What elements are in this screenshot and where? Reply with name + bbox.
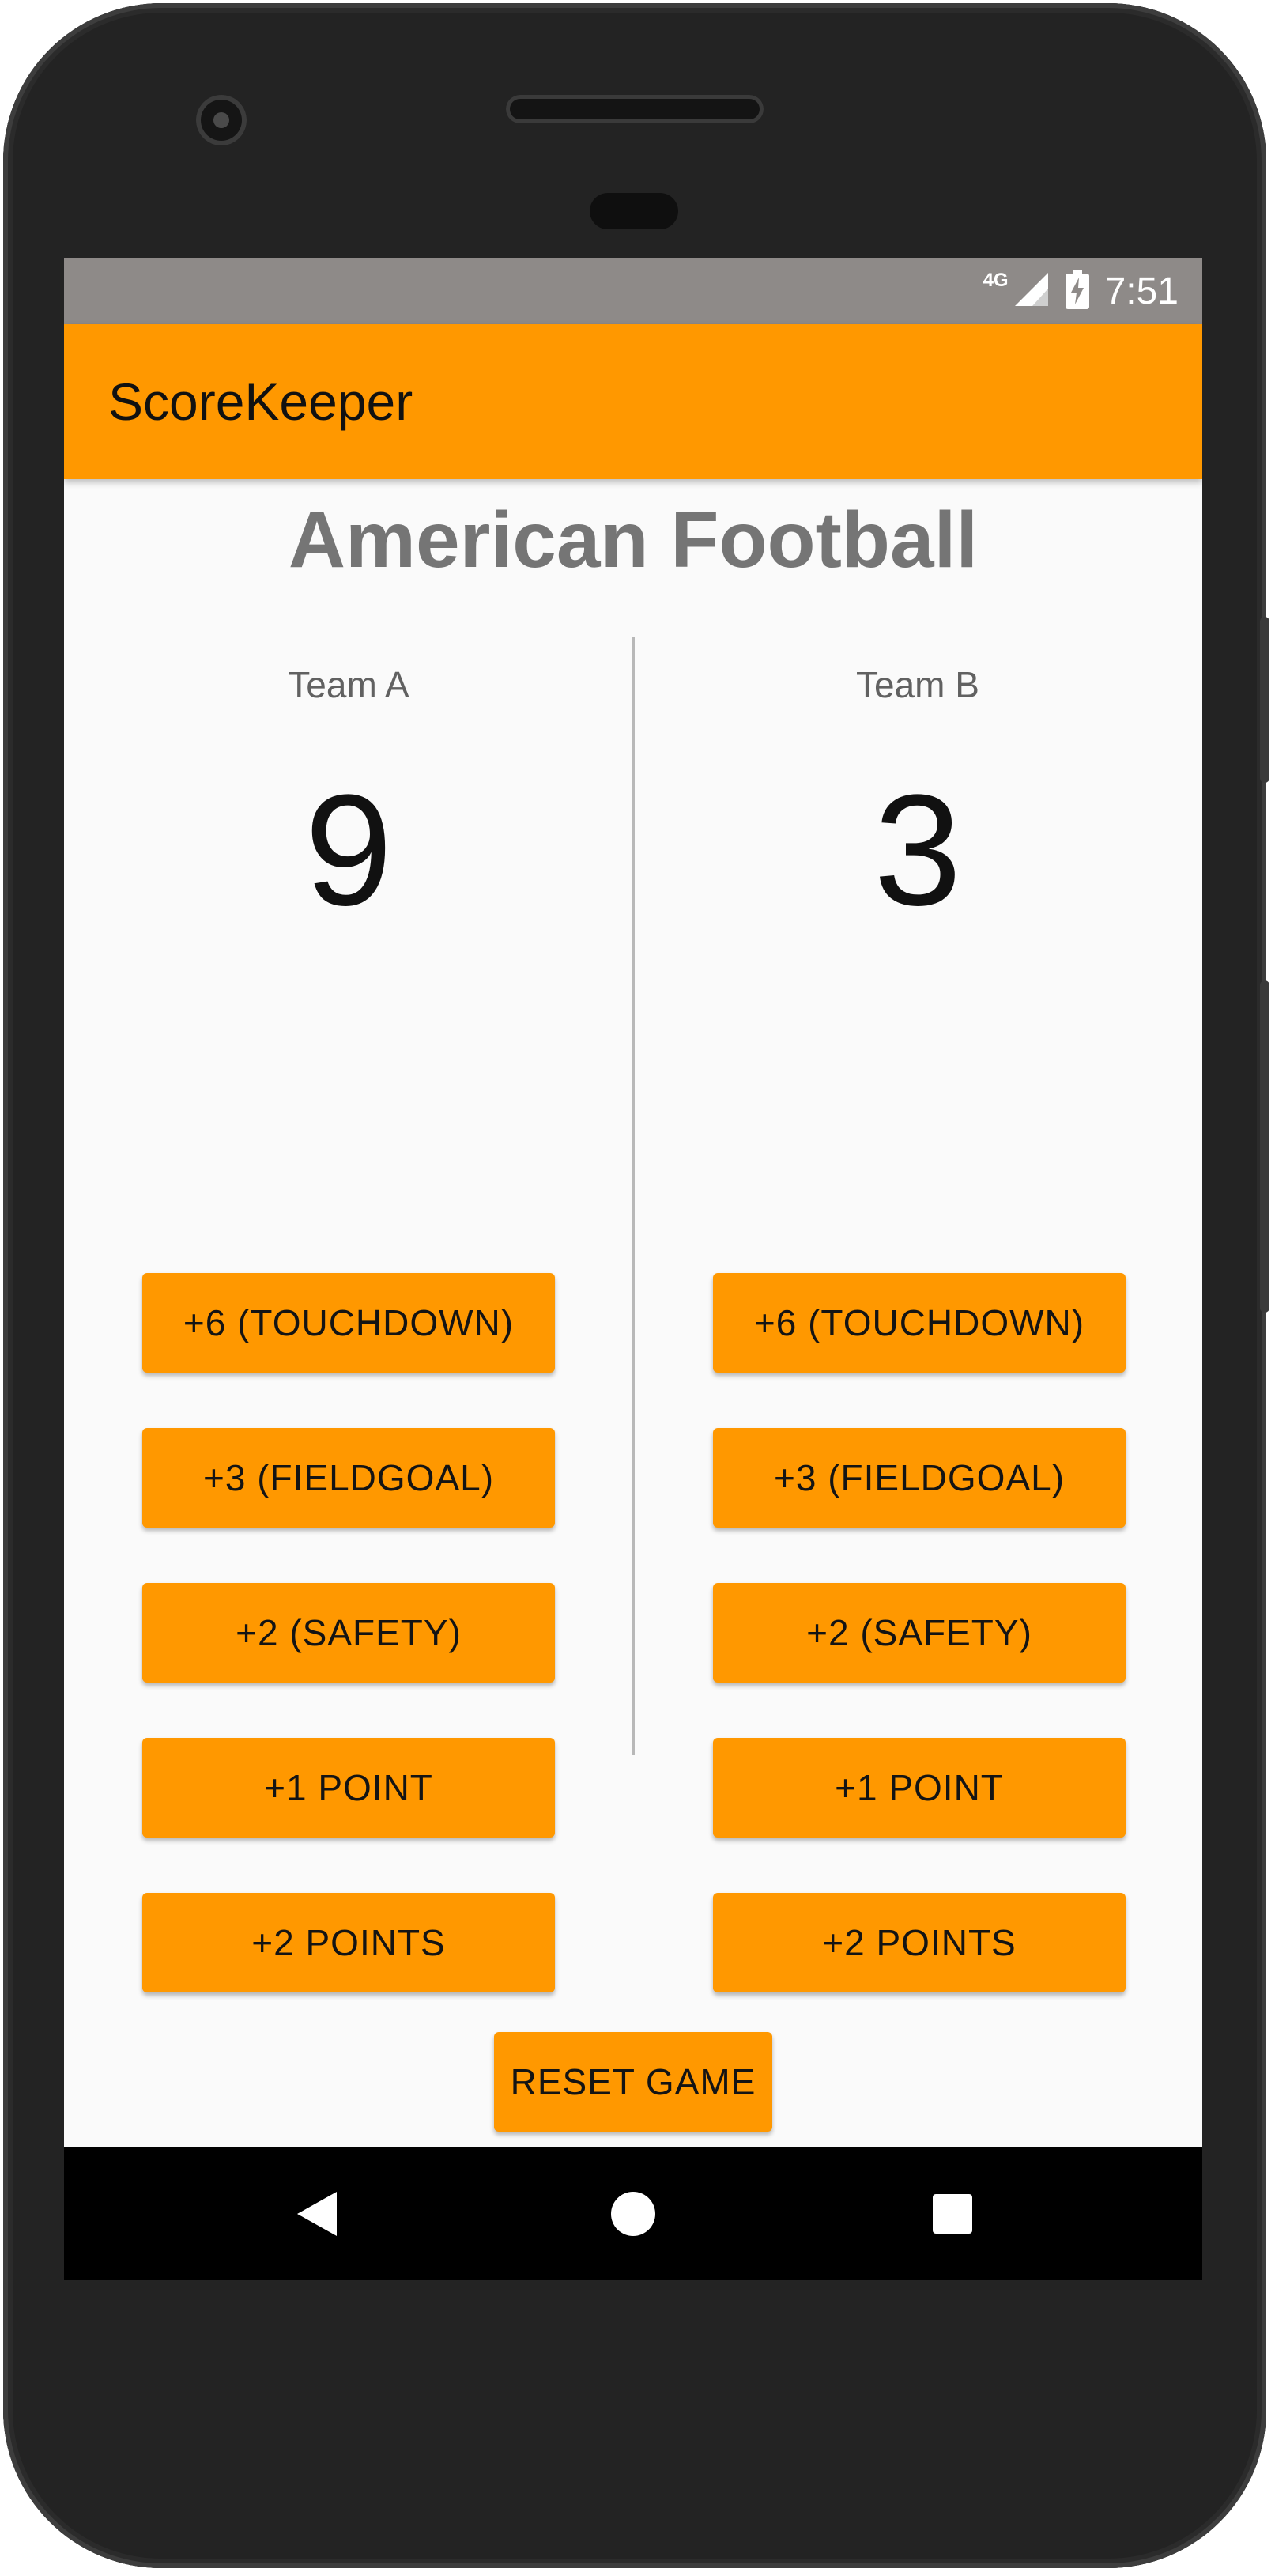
proximity-sensor <box>590 193 678 229</box>
back-icon[interactable] <box>285 2182 349 2246</box>
team-a-one-point-button[interactable]: +1 POINT <box>142 1738 555 1838</box>
team-a-two-points-button[interactable]: +2 POINTS <box>142 1893 555 1992</box>
clock: 7:51 <box>1104 270 1179 312</box>
team-b-column: Team B 3 +6 (TOUCHDOWN) +3 (FIELDGOAL) +… <box>633 637 1202 1992</box>
team-b-touchdown-button[interactable]: +6 (TOUCHDOWN) <box>713 1273 1126 1373</box>
reset-game-button[interactable]: RESET GAME <box>494 2032 772 2132</box>
status-bar: 4G 7:51 <box>64 258 1202 324</box>
volume-button <box>1260 980 1269 1313</box>
battery-charging-icon <box>1065 269 1089 313</box>
signal-icon <box>1013 271 1050 312</box>
screen: 4G 7:51 ScoreKeeper American Football Te… <box>64 258 1202 2280</box>
team-b-score: 3 <box>873 762 962 939</box>
team-b-name: Team B <box>856 664 979 705</box>
team-a-fieldgoal-button[interactable]: +3 (FIELDGOAL) <box>142 1428 555 1528</box>
team-b-safety-button[interactable]: +2 (SAFETY) <box>713 1583 1126 1683</box>
team-a-name: Team A <box>288 664 409 705</box>
home-icon[interactable] <box>602 2182 665 2246</box>
network-type-label: 4G <box>983 270 1009 291</box>
front-camera <box>196 95 247 145</box>
team-a-column: Team A 9 +6 (TOUCHDOWN) +3 (FIELDGOAL) +… <box>64 637 633 1992</box>
team-b-two-points-button[interactable]: +2 POINTS <box>713 1893 1126 1992</box>
team-a-touchdown-button[interactable]: +6 (TOUCHDOWN) <box>142 1273 555 1373</box>
navigation-bar <box>64 2147 1202 2280</box>
team-a-safety-button[interactable]: +2 (SAFETY) <box>142 1583 555 1683</box>
page-title: American Football <box>288 496 979 584</box>
team-b-one-point-button[interactable]: +1 POINT <box>713 1738 1126 1838</box>
app-title: ScoreKeeper <box>108 372 413 431</box>
power-button <box>1260 617 1269 783</box>
team-a-score: 9 <box>304 762 393 939</box>
app-bar: ScoreKeeper <box>64 324 1202 479</box>
recents-icon[interactable] <box>921 2182 984 2246</box>
earpiece-speaker <box>506 95 764 123</box>
team-b-fieldgoal-button[interactable]: +3 (FIELDGOAL) <box>713 1428 1126 1528</box>
